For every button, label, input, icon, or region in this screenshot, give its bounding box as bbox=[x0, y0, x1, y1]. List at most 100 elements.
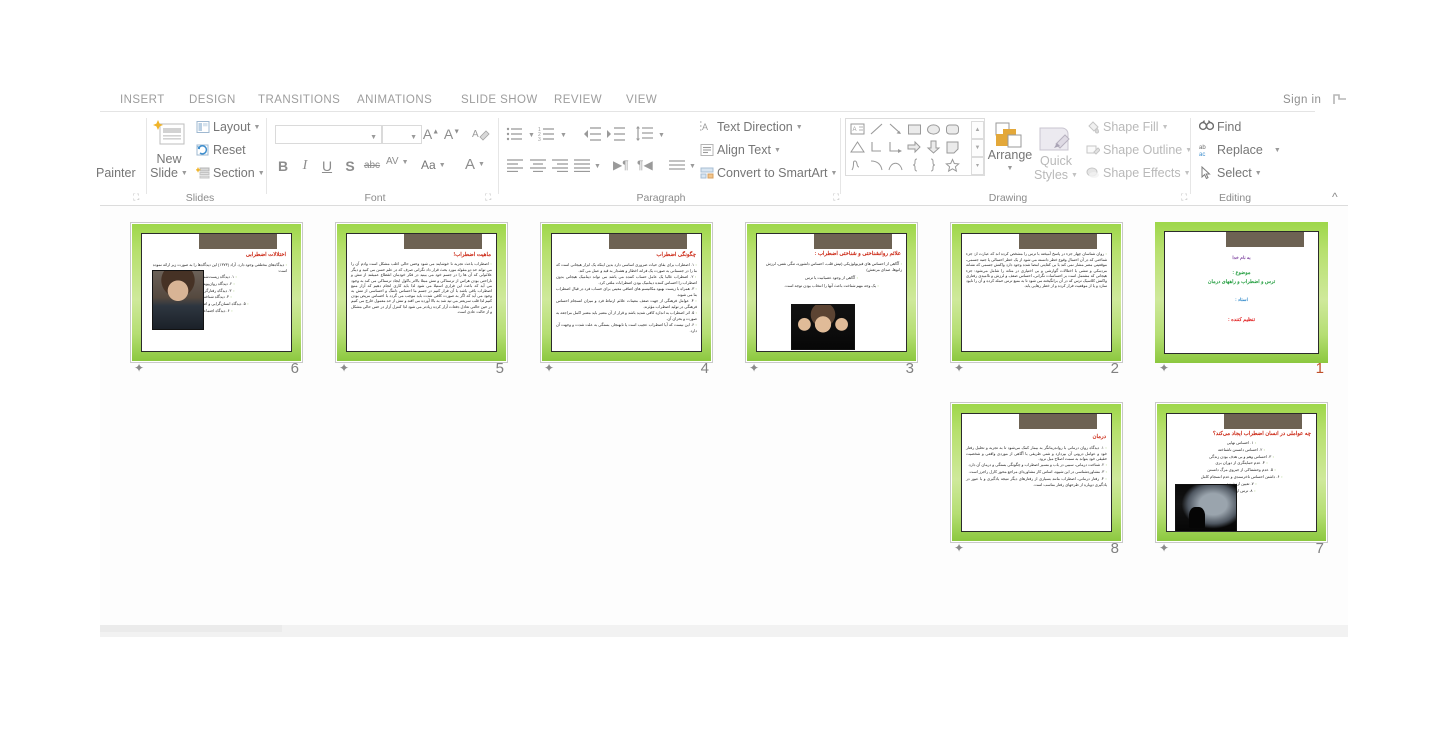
slide-thumbnail-1[interactable]: به نام خدا موضوع : ترس و اضطراب و راههای… bbox=[1155, 222, 1328, 377]
tab-design[interactable]: DESIGN bbox=[189, 94, 236, 106]
tab-animations[interactable]: ANIMATIONS bbox=[357, 94, 432, 106]
align-right-icon[interactable] bbox=[551, 158, 569, 172]
change-case-button[interactable]: Aa ▼ bbox=[421, 158, 446, 172]
select-caret[interactable]: ▼ bbox=[1255, 170, 1262, 177]
drawing-dialog-launcher[interactable]: ⛶ bbox=[1181, 192, 1190, 202]
select-button[interactable]: Select ▼ bbox=[1199, 166, 1262, 180]
left-brace-shape-icon[interactable] bbox=[906, 157, 923, 173]
increase-indent-icon[interactable] bbox=[606, 126, 626, 142]
quick-styles-button[interactable]: Quick Styles ▼ bbox=[1030, 154, 1082, 182]
new-slide-button[interactable]: New Slide ▼ bbox=[148, 152, 190, 180]
animation-indicator-3[interactable]: ✦ bbox=[749, 362, 759, 374]
animation-indicator-5[interactable]: ✦ bbox=[339, 362, 349, 374]
shape-effects-button[interactable]: Shape Effects ▼ bbox=[1086, 166, 1191, 180]
ltr-text-direction-icon[interactable]: ▶¶ bbox=[613, 158, 629, 172]
slide-thumbnail-8[interactable]: درمان ۱. دیدگاه روان درمانی با رواندرمان… bbox=[950, 402, 1123, 557]
slide-thumbnail-7[interactable]: چه عواملی در انسان اضطراب ایجاد می‌کند؟ … bbox=[1155, 402, 1328, 557]
animation-indicator-8[interactable]: ✦ bbox=[954, 542, 964, 554]
numbering-caret[interactable]: ▼ bbox=[560, 132, 567, 139]
new-slide-dropdown-caret[interactable]: ▼ bbox=[181, 170, 188, 177]
tab-insert[interactable]: INSERT bbox=[120, 94, 165, 106]
rtl-text-direction-icon[interactable]: ¶◀ bbox=[637, 158, 653, 172]
animation-indicator-7[interactable]: ✦ bbox=[1159, 542, 1169, 554]
line-spacing-caret[interactable]: ▼ bbox=[658, 132, 665, 139]
line-shape-icon[interactable] bbox=[868, 121, 885, 137]
help-icon[interactable] bbox=[1333, 92, 1349, 106]
slide-thumbnail-4[interactable]: چگونگی اضطراب ۱. اضطراب برای بقای حیات ض… bbox=[540, 222, 713, 377]
animation-indicator-1[interactable]: ✦ bbox=[1159, 362, 1169, 374]
rectangle-shape-icon[interactable] bbox=[906, 121, 923, 137]
justify-icon[interactable] bbox=[573, 158, 591, 172]
convert-to-smartart-button[interactable]: Convert to SmartArt ▼ bbox=[700, 166, 837, 180]
text-shadow-button[interactable]: S bbox=[343, 158, 357, 174]
strikethrough-button[interactable]: abc bbox=[362, 160, 382, 171]
line-spacing-icon[interactable] bbox=[636, 126, 654, 142]
tab-slide-show[interactable]: SLIDE SHOW bbox=[461, 94, 538, 106]
bold-button[interactable]: B bbox=[276, 158, 290, 174]
tab-transitions[interactable]: TRANSITIONS bbox=[258, 94, 340, 106]
freeform-scribble-icon[interactable] bbox=[849, 157, 866, 173]
align-left-icon[interactable] bbox=[506, 158, 524, 172]
oval-shape-icon[interactable] bbox=[925, 121, 942, 137]
elbow-arrow-connector-icon[interactable] bbox=[887, 139, 904, 155]
replace-button[interactable]: ab ac Replace ▼ bbox=[1199, 143, 1281, 157]
font-color-caret[interactable]: ▼ bbox=[478, 161, 485, 168]
font-color-button[interactable]: A ▼ bbox=[465, 156, 485, 173]
character-spacing-caret[interactable]: ▼ bbox=[402, 159, 409, 166]
tab-view[interactable]: VIEW bbox=[626, 94, 657, 106]
reset-button[interactable]: Reset bbox=[196, 143, 246, 157]
numbering-icon[interactable]: 123 bbox=[538, 126, 556, 142]
italic-button[interactable]: I bbox=[298, 158, 312, 174]
columns-icon[interactable] bbox=[668, 158, 686, 172]
collapse-ribbon-button[interactable]: ^ bbox=[1332, 190, 1338, 204]
quick-styles-icon[interactable] bbox=[1034, 122, 1074, 156]
format-painter-button[interactable]: Painter bbox=[96, 166, 136, 180]
character-spacing-button[interactable]: AV ▼ bbox=[386, 157, 409, 167]
change-case-caret[interactable]: ▼ bbox=[439, 162, 446, 169]
shape-outline-button[interactable]: Shape Outline ▼ bbox=[1086, 143, 1192, 157]
right-arrow-shape-icon[interactable] bbox=[906, 139, 923, 155]
layout-button[interactable]: Layout ▼ bbox=[196, 120, 260, 134]
justify-caret[interactable]: ▼ bbox=[594, 163, 601, 170]
tab-review[interactable]: REVIEW bbox=[554, 94, 602, 106]
rounded-rectangle-shape-icon[interactable] bbox=[944, 121, 961, 137]
sign-in-button[interactable]: Sign in bbox=[1283, 94, 1321, 106]
layout-caret[interactable]: ▼ bbox=[254, 124, 261, 131]
slide-thumbnail-6[interactable]: اختلالات اضطرابی دیدگاه‌های مختلفی وجود … bbox=[130, 222, 303, 377]
shapes-gallery-scrollbar[interactable]: ▲ ▼ ▾ bbox=[971, 121, 984, 175]
slide-thumbnail-5[interactable]: ماهیت اضطراب! اضطراب باعث تجربه نا خوشای… bbox=[335, 222, 508, 377]
shapes-scroll-up-button[interactable]: ▲ bbox=[971, 121, 984, 139]
animation-indicator-2[interactable]: ✦ bbox=[954, 362, 964, 374]
align-text-button[interactable]: Align Text ▼ bbox=[700, 143, 781, 157]
replace-caret[interactable]: ▼ bbox=[1274, 147, 1281, 154]
font-dialog-launcher[interactable]: ⛶ bbox=[485, 192, 494, 202]
bullets-caret[interactable]: ▼ bbox=[528, 132, 535, 139]
section-button[interactable]: Section ▼ bbox=[196, 166, 265, 180]
clipboard-dialog-launcher[interactable]: ⛶ bbox=[133, 192, 142, 202]
underline-button[interactable]: U bbox=[320, 158, 334, 174]
arrow-shape-icon[interactable] bbox=[887, 121, 904, 137]
text-box-shape-icon[interactable]: A bbox=[849, 121, 866, 137]
bullets-icon[interactable] bbox=[506, 126, 524, 142]
arc-shape-icon[interactable] bbox=[868, 157, 885, 173]
decrease-indent-icon[interactable] bbox=[582, 126, 602, 142]
align-text-caret[interactable]: ▼ bbox=[774, 147, 781, 154]
shapes-gallery[interactable]: A ▲ ▼ ▾ bbox=[845, 118, 985, 176]
animation-indicator-4[interactable]: ✦ bbox=[544, 362, 554, 374]
elbow-connector-icon[interactable] bbox=[868, 139, 885, 155]
font-size-input[interactable]: ▼ bbox=[382, 125, 422, 144]
font-name-caret[interactable]: ▼ bbox=[370, 134, 377, 141]
font-size-caret[interactable]: ▼ bbox=[410, 134, 417, 141]
animation-indicator-6[interactable]: ✦ bbox=[134, 362, 144, 374]
slide-thumbnail-3[interactable]: علائم روانشناختی و شناختی اضطراب : آگاهی… bbox=[745, 222, 918, 377]
quick-styles-caret[interactable]: ▼ bbox=[1071, 172, 1078, 179]
text-direction-button[interactable]: A Text Direction ▼ bbox=[700, 120, 803, 134]
shape-outline-caret[interactable]: ▼ bbox=[1185, 147, 1192, 154]
find-button[interactable]: Find bbox=[1199, 120, 1241, 134]
decrease-font-size-button[interactable]: A▼ bbox=[443, 126, 461, 142]
curve-shape-icon[interactable] bbox=[887, 157, 904, 173]
convert-smartart-caret[interactable]: ▼ bbox=[830, 170, 837, 177]
align-center-icon[interactable] bbox=[529, 158, 547, 172]
section-caret[interactable]: ▼ bbox=[258, 170, 265, 177]
shape-fill-caret[interactable]: ▼ bbox=[1162, 124, 1169, 131]
